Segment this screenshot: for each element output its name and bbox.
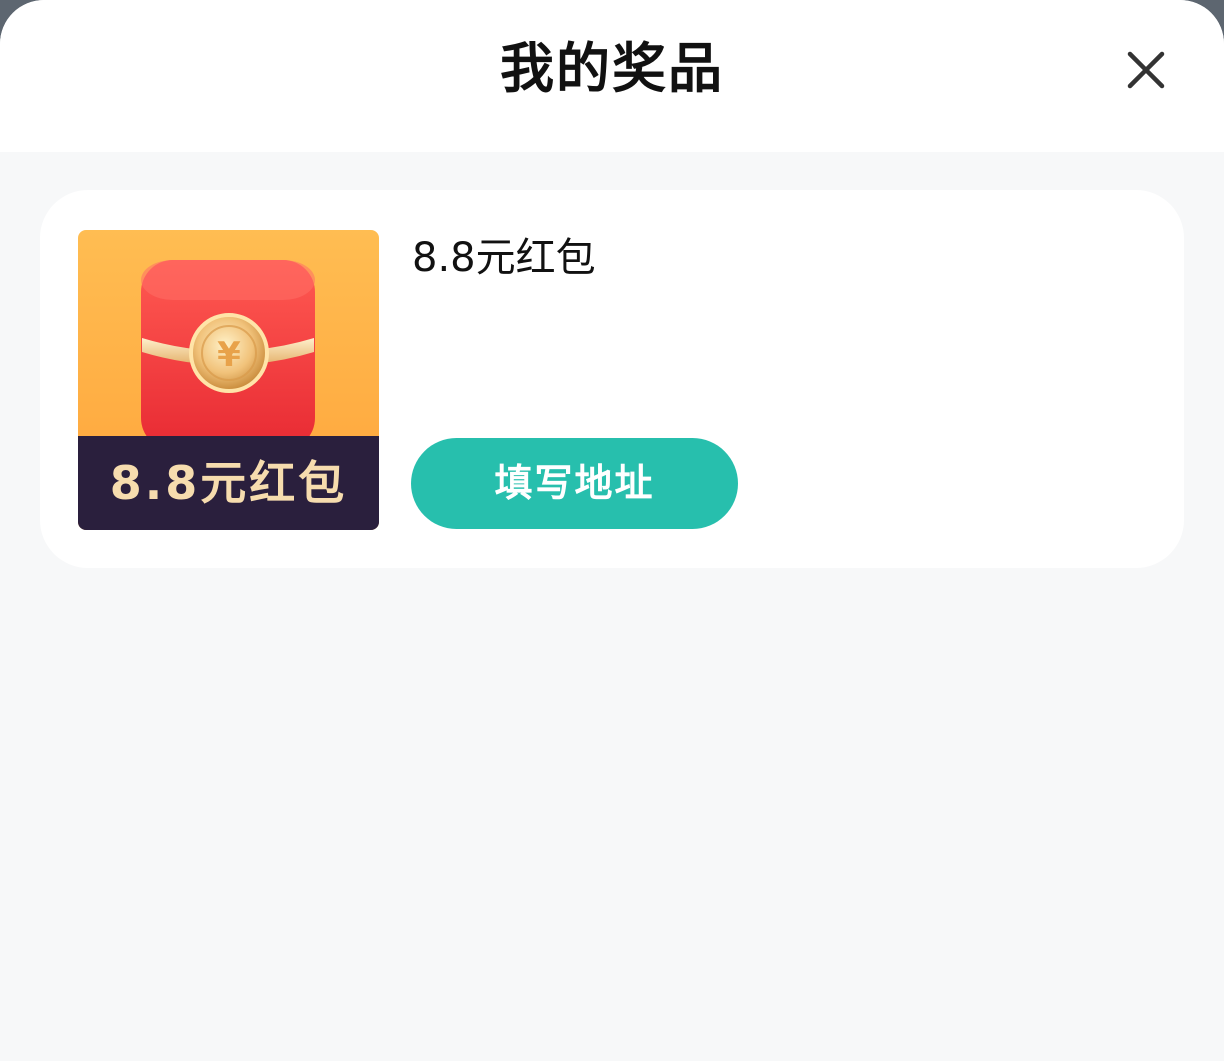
page-title: 我的奖品 <box>500 37 724 100</box>
close-icon <box>1127 51 1165 89</box>
sheet-header: 我的奖品 <box>0 0 1224 152</box>
image-caption: 8.8元红包 <box>109 456 348 510</box>
prize-name: 8.8元红包 <box>412 235 596 281</box>
prize-image: ¥ 8.8元红包 <box>78 230 379 530</box>
svg-text:¥: ¥ <box>217 335 241 375</box>
prize-card: ¥ 8.8元红包 8.8元红包 填写地址 <box>40 190 1184 568</box>
close-button[interactable] <box>1116 40 1176 100</box>
prize-sheet: 我的奖品 ¥ 8.8元红包 8.8元红包 填写地址 <box>0 0 1224 1061</box>
fill-address-button[interactable]: 填写地址 <box>411 438 738 529</box>
